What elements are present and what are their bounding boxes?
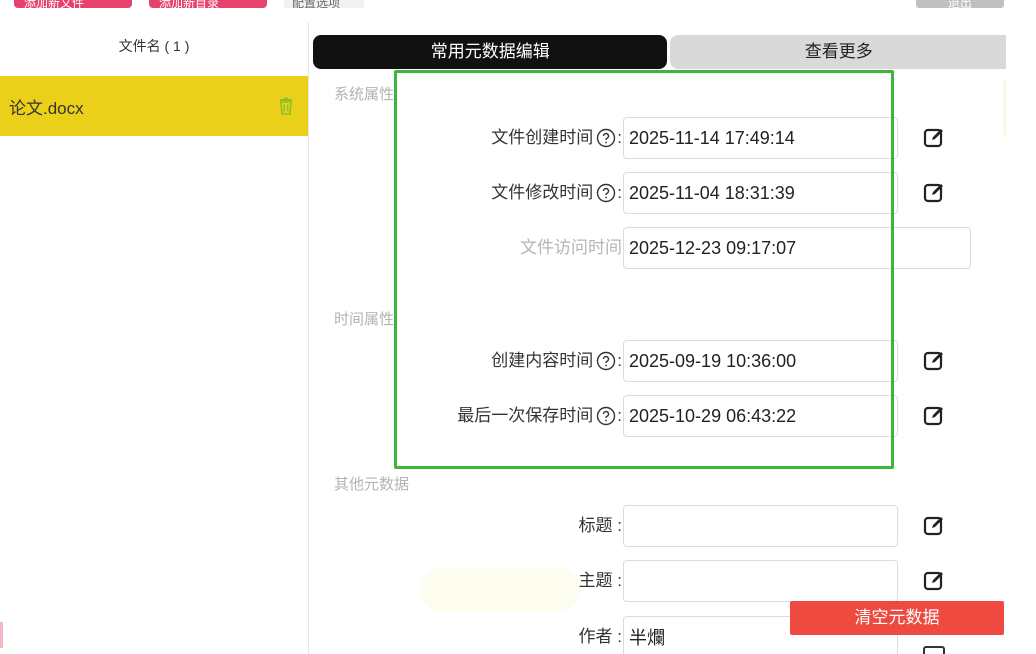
options-label[interactable]: 配置选项: [284, 0, 364, 8]
edit-icon[interactable]: [923, 182, 945, 204]
field-row-last-saved: 最后一次保存时间 :: [310, 395, 1006, 437]
field-label: 文件修改时间 :: [491, 172, 622, 214]
label-text: 文件访问时间: [520, 238, 622, 257]
section-other: 其他元数据: [334, 476, 410, 493]
modified-time-input[interactable]: [623, 172, 898, 214]
field-label: 文件访问时间: [520, 227, 622, 269]
file-item[interactable]: 论文.docx: [0, 76, 308, 136]
field-row-content-created: 创建内容时间 :: [310, 340, 1006, 382]
edit-icon[interactable]: [923, 570, 945, 592]
edit-icon[interactable]: [923, 405, 945, 427]
label-text: 文件修改时间: [491, 183, 594, 202]
section-system: 系统属性: [334, 86, 395, 103]
help-icon[interactable]: [596, 128, 616, 148]
field-row-created: 文件创建时间 :: [310, 117, 1006, 159]
field-label: 文件创建时间 :: [491, 117, 622, 159]
field-row-subject: 主题 :: [310, 560, 1006, 602]
tab-view-more[interactable]: 查看更多: [670, 35, 1007, 69]
add-file-button[interactable]: 添加新文件: [14, 0, 132, 8]
label-text: 创建内容时间: [491, 351, 594, 370]
help-icon[interactable]: [596, 183, 616, 203]
clear-metadata-button[interactable]: 清空元数据: [790, 601, 1004, 635]
colon: :: [617, 351, 622, 370]
field-label: 创建内容时间 :: [491, 340, 622, 382]
add-folder-button[interactable]: 添加新目录: [149, 0, 267, 8]
last-saved-input[interactable]: [623, 395, 898, 437]
field-label: 主题 :: [579, 560, 622, 602]
colon: :: [617, 128, 622, 147]
colon: :: [617, 406, 622, 425]
file-name: 论文.docx: [9, 98, 84, 118]
field-row-modified: 文件修改时间 :: [310, 172, 1006, 214]
scroll-hint: [1003, 80, 1006, 135]
label-text: 最后一次保存时间: [457, 406, 594, 425]
field-row-title: 标题 :: [310, 505, 1006, 547]
accessed-time-input[interactable]: [623, 227, 971, 269]
toolbar: 添加新文件 添加新目录 配置选项 退出: [0, 0, 1036, 22]
label-text: 主题 :: [578, 571, 622, 590]
content-created-input[interactable]: [623, 340, 898, 382]
exit-button[interactable]: 退出: [916, 0, 1004, 8]
edit-icon[interactable]: [923, 127, 945, 149]
field-row-accessed: 文件访问时间: [310, 227, 1006, 269]
edit-icon[interactable]: [923, 350, 945, 372]
edit-icon[interactable]: [923, 646, 945, 654]
field-label: 最后一次保存时间 :: [457, 395, 622, 437]
label-text: 文件创建时间: [491, 128, 594, 147]
section-time: 时间属性: [334, 311, 395, 328]
field-label: 标题 :: [579, 505, 622, 547]
help-icon[interactable]: [596, 406, 616, 426]
title-input[interactable]: [623, 505, 898, 547]
help-icon[interactable]: [596, 351, 616, 371]
ghost-button: [420, 568, 580, 612]
trash-icon[interactable]: [278, 97, 294, 115]
tab-common-metadata[interactable]: 常用元数据编辑: [313, 35, 668, 69]
field-label: 作者 :: [579, 616, 622, 654]
label-text: 作者 :: [578, 627, 622, 646]
label-text: 标题 :: [578, 516, 622, 535]
subject-input[interactable]: [623, 560, 898, 602]
right-gutter: [1006, 0, 1036, 654]
created-time-input[interactable]: [623, 117, 898, 159]
file-list-header: 文件名 ( 1 ): [118, 38, 190, 54]
edit-icon[interactable]: [923, 515, 945, 537]
tab-bar: 常用元数据编辑 查看更多: [313, 35, 1007, 69]
file-list-panel: 文件名 ( 1 ) 论文.docx: [0, 22, 309, 654]
metadata-panel: 常用元数据编辑 查看更多 系统属性 文件创建时间 : 文件修改时间 : 文件访问…: [310, 22, 1007, 654]
colon: :: [617, 183, 622, 202]
scroll-hint: [0, 622, 3, 648]
